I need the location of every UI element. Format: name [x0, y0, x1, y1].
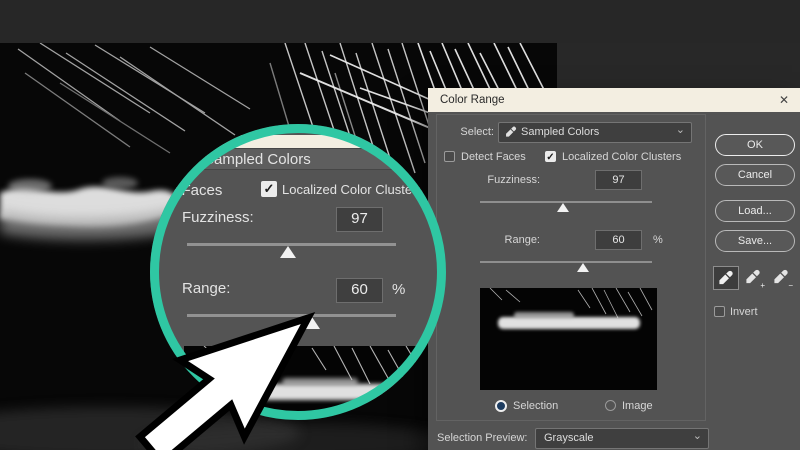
range-label: Range: [504, 234, 540, 246]
image-radio[interactable] [605, 400, 616, 411]
range-input[interactable]: 60 [595, 230, 642, 250]
invert-checkbox[interactable] [714, 306, 725, 317]
select-dropdown[interactable]: Sampled Colors ⌄ [498, 122, 692, 143]
fuzziness-label: Fuzziness: [487, 174, 540, 186]
color-range-dialog: Color Range ✕ Select: Sampled Colors ⌄ D… [428, 88, 800, 450]
cancel-button[interactable]: Cancel [715, 164, 795, 186]
cursor-arrow [135, 311, 316, 450]
minus-glyph: − [788, 281, 793, 290]
save-button[interactable]: Save... [715, 230, 795, 252]
eyedropper-minus-icon [774, 269, 788, 284]
range-unit: % [653, 234, 663, 246]
range-slider-track[interactable] [480, 261, 652, 263]
invert-label: Invert [730, 306, 758, 318]
select-value: Sampled Colors [521, 126, 600, 138]
selection-preview-value: Grayscale [544, 432, 594, 444]
eyedropper-plus-icon [746, 269, 760, 284]
selection-radio-label: Selection [513, 400, 559, 412]
chevron-down-icon: ⌄ [675, 124, 685, 136]
ok-button[interactable]: OK [715, 134, 795, 156]
dialog-title: Color Range [440, 94, 505, 106]
localized-clusters-checkbox[interactable]: ✓ [545, 151, 556, 163]
detect-faces-label: Detect Faces [461, 151, 526, 163]
selection-radio[interactable] [495, 400, 507, 412]
fuzziness-slider-thumb[interactable] [557, 203, 569, 212]
eyedropper-sample-button[interactable] [713, 266, 739, 290]
selection-preview-dropdown[interactable]: Grayscale ⌄ [535, 428, 709, 449]
screenshot-root: Color Range ✕ Select: Sampled Colors ⌄ D… [0, 0, 800, 450]
fuzziness-input[interactable]: 97 [595, 170, 642, 190]
app-top-bar [0, 0, 800, 43]
selection-preview-label: Selection Preview: [437, 432, 528, 444]
preview-thumbnail [480, 288, 657, 390]
eyedropper-add-button[interactable]: + [741, 266, 767, 290]
dialog-titlebar: Color Range ✕ [428, 88, 800, 112]
close-icon[interactable]: ✕ [776, 88, 792, 112]
eyedropper-icon [506, 126, 516, 137]
chevron-down-icon: ⌄ [692, 430, 702, 442]
localized-clusters-label: Localized Color Clusters [562, 151, 682, 163]
range-slider-thumb[interactable] [577, 263, 589, 272]
load-button[interactable]: Load... [715, 200, 795, 222]
plus-glyph: + [760, 281, 765, 290]
eyedropper-subtract-button[interactable]: − [769, 266, 795, 290]
image-radio-label: Image [622, 400, 653, 412]
eyedropper-icon [719, 270, 733, 285]
